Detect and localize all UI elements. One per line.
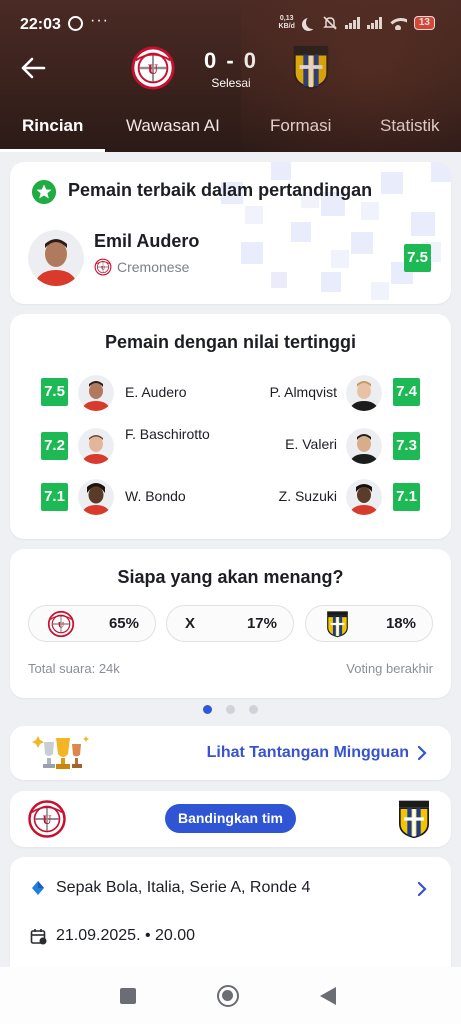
chevron-right-icon	[417, 745, 427, 761]
challenge-link[interactable]: Lihat Tantangan Mingguan	[207, 744, 409, 762]
rating-badge: 7.2	[41, 432, 68, 460]
player-name[interactable]: E. Valeri	[285, 434, 337, 455]
compare-teams-button[interactable]: Bandingkan tim	[165, 804, 296, 833]
player-name[interactable]: W. Bondo	[125, 486, 186, 507]
carousel-dot[interactable]	[203, 705, 212, 714]
moon-icon	[306, 16, 319, 29]
league-icon	[32, 881, 44, 895]
wifi-icon	[388, 16, 407, 30]
best-player-team: Cremonese	[117, 259, 190, 275]
rating-badge: 7.4	[393, 378, 420, 406]
rating-badge: 7.3	[393, 432, 420, 460]
active-tab-indicator	[0, 149, 105, 152]
player-photo[interactable]	[346, 375, 382, 411]
home-icon[interactable]	[217, 985, 239, 1007]
best-player-title: Pemain terbaik dalam pertandingan	[68, 180, 373, 200]
tab-statistik[interactable]: Statistik	[380, 116, 440, 136]
player-photo[interactable]	[78, 428, 114, 464]
tab-formasi[interactable]: Formasi	[270, 116, 331, 136]
away-team-logo[interactable]	[288, 44, 334, 90]
back-arrow-icon[interactable]	[18, 53, 48, 83]
vote-away-pct: 18%	[385, 615, 416, 632]
home-team-logo	[47, 610, 75, 638]
rating-badge: 7.5	[404, 244, 431, 272]
recent-apps-icon[interactable]	[120, 988, 136, 1004]
network-speed-value: 0,13	[279, 15, 294, 22]
signal-icon	[344, 17, 360, 29]
vote-draw-pct: 17%	[246, 615, 277, 632]
vote-draw-button[interactable]: X 17%	[166, 605, 294, 642]
vote-home-button[interactable]: 65%	[28, 605, 156, 642]
carousel-dot[interactable]	[226, 705, 235, 714]
vote-card: Siapa yang akan menang? 65% X 17% 18% To…	[10, 549, 451, 698]
vote-total: Total suara: 24k	[28, 661, 120, 676]
player-photo[interactable]	[346, 479, 382, 515]
vote-away-button[interactable]: 18%	[305, 605, 433, 642]
network-speed-unit: KB/d	[278, 23, 295, 30]
carousel-dots	[0, 705, 461, 717]
player-photo	[28, 230, 84, 286]
status-time: 22:03	[20, 16, 61, 33]
battery-icon: 13	[413, 16, 435, 30]
player-name[interactable]: Z. Suzuki	[279, 486, 337, 507]
player-name[interactable]: F. Baschirotto	[125, 424, 215, 445]
match-score: 0 - 0	[203, 48, 259, 73]
tab-rincian[interactable]: Rincian	[22, 116, 83, 136]
weekly-challenge-card[interactable]: Lihat Tantangan Mingguan	[10, 726, 451, 780]
network-speed: 0,13 KB/d	[279, 15, 295, 31]
home-team-logo[interactable]	[27, 799, 67, 839]
rating-badge: 7.1	[41, 483, 68, 511]
best-player-name: Emil Audero	[94, 231, 200, 251]
home-team-logo[interactable]	[130, 45, 176, 91]
rating-badge: 7.5	[41, 378, 68, 406]
player-photo[interactable]	[78, 479, 114, 515]
mute-icon	[323, 16, 337, 30]
back-icon[interactable]	[320, 987, 336, 1005]
top-rated-card: Pemain dengan nilai tertinggi 7.5 E. Aud…	[10, 314, 451, 539]
match-info-card: Sepak Bola, Italia, Serie A, Ronde 4 21.…	[10, 857, 451, 977]
signal-icon	[366, 17, 382, 29]
away-team-logo[interactable]	[397, 799, 431, 839]
match-header: 22:03 ··· 0,13 KB/d 13 0 - 0 Selesai Rin…	[0, 0, 461, 152]
trophy-icon	[32, 736, 89, 769]
team-logo	[94, 258, 112, 276]
top-rated-title: Pemain dengan nilai tertinggi	[104, 332, 357, 352]
tab-bar: Rincian Wawasan AI Formasi Statistik	[0, 106, 461, 152]
star-icon	[32, 180, 56, 204]
player-photo[interactable]	[346, 428, 382, 464]
chevron-right-icon[interactable]	[415, 881, 429, 897]
status-bar: 22:03 ··· 0,13 KB/d 13	[0, 0, 461, 48]
vote-home-pct: 65%	[108, 615, 139, 632]
vote-draw-label: X	[185, 615, 196, 632]
whatsapp-icon	[68, 16, 83, 31]
more-dots-icon: ···	[90, 12, 109, 29]
compare-teams-card: Bandingkan tim	[10, 791, 451, 847]
league-name[interactable]: Sepak Bola, Italia, Serie A, Ronde 4	[56, 879, 310, 897]
vote-title: Siapa yang akan menang?	[117, 567, 344, 587]
tab-wawasan-ai[interactable]: Wawasan AI	[126, 116, 220, 136]
vote-status: Voting berakhir	[346, 661, 433, 676]
away-team-logo	[326, 610, 349, 638]
rating-badge: 7.1	[393, 483, 420, 511]
carousel-dot[interactable]	[249, 705, 258, 714]
best-player-card[interactable]: Pemain terbaik dalam pertandingan Emil A…	[10, 162, 451, 304]
calendar-icon	[30, 929, 47, 945]
status-icons: 0,13 KB/d 13	[279, 15, 435, 31]
player-name[interactable]: E. Audero	[125, 382, 187, 403]
player-photo[interactable]	[78, 375, 114, 411]
system-nav-bar	[0, 967, 461, 1024]
match-date: 21.09.2025. • 20.00	[56, 927, 196, 944]
match-status: Selesai	[211, 76, 251, 90]
player-name[interactable]: P. Almqvist	[270, 382, 337, 403]
